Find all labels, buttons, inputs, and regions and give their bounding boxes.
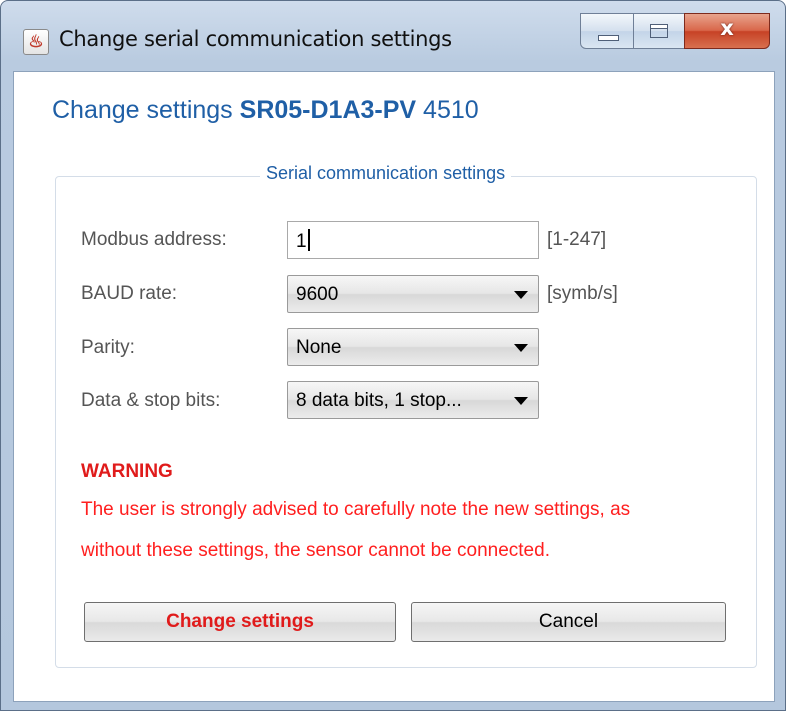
baud-rate-label: BAUD rate: xyxy=(81,283,178,304)
window-title: Change serial communication settings xyxy=(59,27,452,51)
parity-value: None xyxy=(296,337,342,358)
java-icon[interactable]: ♨ xyxy=(23,29,49,55)
page-title: Change settings SR05-D1A3-PV 4510 xyxy=(52,96,479,125)
title-bar[interactable]: ♨ Change serial communication settings x xyxy=(1,1,785,71)
warning-text-line1: The user is strongly advised to carefull… xyxy=(81,499,631,520)
modbus-address-range: [1-247] xyxy=(547,229,607,250)
minimize-icon xyxy=(598,35,619,41)
caption-buttons: x xyxy=(580,13,770,51)
data-stop-bits-select[interactable]: 8 data bits, 1 stop... xyxy=(287,381,539,419)
maximize-button[interactable] xyxy=(633,13,685,49)
parity-select[interactable]: None xyxy=(287,328,539,366)
data-stop-bits-label: Data & stop bits: xyxy=(81,390,221,411)
minimize-button[interactable] xyxy=(580,13,634,49)
data-stop-bits-value: 8 data bits, 1 stop... xyxy=(296,390,462,411)
close-icon: x xyxy=(720,16,734,40)
chevron-down-icon xyxy=(514,344,528,352)
modbus-address-label: Modbus address: xyxy=(81,229,227,250)
modbus-address-input[interactable]: 1 xyxy=(287,221,539,259)
change-settings-button[interactable]: Change settings xyxy=(84,602,396,642)
maximize-icon xyxy=(650,24,668,38)
chevron-down-icon xyxy=(514,397,528,405)
modbus-address-value: 1 xyxy=(296,231,307,252)
warning-title: WARNING xyxy=(81,461,173,482)
parity-label: Parity: xyxy=(81,337,135,358)
baud-rate-select[interactable]: 9600 xyxy=(287,275,539,313)
title-prefix: Change settings xyxy=(52,96,233,124)
warning-text-line2: without these settings, the sensor canno… xyxy=(81,540,550,561)
dialog-window: ♨ Change serial communication settings x… xyxy=(0,0,786,711)
text-caret xyxy=(307,229,310,251)
sensor-model: SR05-D1A3-PV xyxy=(239,96,417,124)
dialog-content: Change settings SR05-D1A3-PV 4510 Serial… xyxy=(13,71,775,702)
close-button[interactable]: x xyxy=(684,13,770,49)
sensor-serial: 4510 xyxy=(423,96,479,124)
cancel-button[interactable]: Cancel xyxy=(411,602,726,642)
serial-settings-group: Serial communication settings Modbus add… xyxy=(55,163,757,668)
chevron-down-icon xyxy=(514,291,528,299)
group-legend: Serial communication settings xyxy=(260,163,512,184)
baud-rate-unit: [symb/s] xyxy=(547,283,618,304)
baud-rate-value: 9600 xyxy=(296,284,339,305)
